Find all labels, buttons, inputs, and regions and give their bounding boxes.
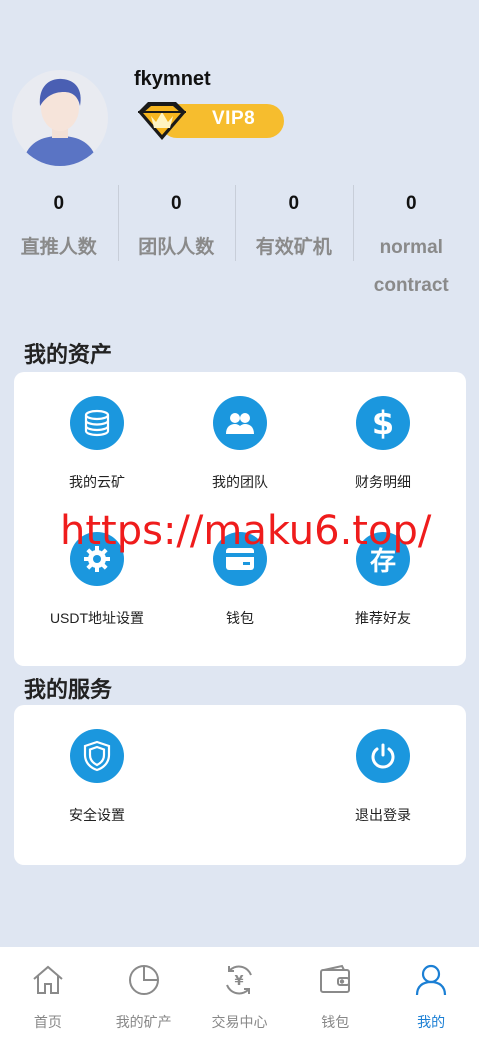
crown-gem-icon — [138, 102, 186, 140]
bottom-nav: 首页 我的矿产 ¥ 交易中心 钱包 我的 — [0, 947, 479, 1043]
svg-text:¥: ¥ — [235, 974, 244, 989]
stat-normal-contract[interactable]: 0 normal contract — [352, 185, 471, 296]
stat-label: normal contract — [373, 237, 449, 296]
home-icon — [33, 965, 63, 994]
stat-label: 有效矿机 — [255, 237, 332, 258]
stat-team-members[interactable]: 0 团队人数 — [117, 185, 236, 295]
stats-row: 0 直推人数 0 团队人数 0 有效矿机 0 normal contract — [0, 185, 471, 296]
assets-section-title: 我的资产 — [24, 342, 113, 367]
stat-label: 团队人数 — [138, 237, 215, 258]
stat-active-miners[interactable]: 0 有效矿机 — [235, 185, 353, 295]
nav-me[interactable]: 我的 — [383, 947, 479, 1043]
item-label: 我的云矿 — [69, 474, 125, 490]
stat-value: 0 — [405, 193, 417, 214]
nav-trading-center[interactable]: ¥ 交易中心 — [192, 947, 288, 1043]
wallet-icon — [320, 964, 351, 993]
item-label: 推荐好友 — [355, 610, 411, 626]
nav-label: 首页 — [33, 1014, 62, 1030]
item-label: 退出登录 — [355, 807, 411, 823]
stat-value: 0 — [53, 193, 65, 214]
item-label: 财务明细 — [355, 474, 411, 490]
services-card: 安全设置 退出登录 — [14, 705, 466, 865]
financial-details-button[interactable]: $ 财务明细 — [308, 396, 458, 492]
item-label: 安全设置 — [69, 807, 125, 823]
watermark-url: https://maku6.top/ — [60, 508, 432, 554]
nav-home[interactable]: 首页 — [0, 947, 96, 1043]
item-label: 我的团队 — [212, 474, 268, 490]
security-settings-button[interactable]: 安全设置 — [22, 729, 172, 825]
stat-direct-referrals[interactable]: 0 直推人数 — [0, 185, 118, 295]
nav-label: 我的 — [417, 1014, 446, 1030]
services-section-title: 我的服务 — [24, 677, 113, 702]
logout-button[interactable]: 退出登录 — [308, 729, 458, 825]
dollar-icon: $ — [356, 396, 410, 450]
item-label: 钱包 — [226, 610, 254, 626]
nav-label: 钱包 — [321, 1014, 350, 1030]
profile-header: fkymnet VIP8 — [12, 68, 479, 168]
user-icon — [415, 964, 447, 996]
username: fkymnet — [134, 68, 211, 90]
shield-icon — [70, 729, 124, 783]
vip-level: VIP8 — [212, 108, 256, 129]
stat-value: 0 — [170, 193, 182, 214]
database-icon — [70, 396, 124, 450]
nav-wallet[interactable]: 钱包 — [287, 947, 383, 1043]
nav-label: 交易中心 — [211, 1014, 268, 1030]
exchange-icon: ¥ — [226, 965, 253, 995]
my-cloud-mining-button[interactable]: 我的云矿 — [22, 396, 172, 492]
nav-label: 我的矿产 — [115, 1014, 172, 1030]
stat-value: 0 — [288, 193, 300, 214]
avatar[interactable] — [12, 70, 108, 166]
nav-my-minerals[interactable]: 我的矿产 — [96, 947, 192, 1043]
stat-label: 直推人数 — [20, 237, 97, 258]
item-label: USDT地址设置 — [49, 610, 145, 626]
vip-badge: VIP8 — [134, 100, 284, 142]
my-team-button[interactable]: 我的团队 — [165, 396, 315, 492]
team-icon — [213, 396, 267, 450]
power-icon — [356, 729, 410, 783]
pie-chart-icon — [128, 965, 159, 995]
